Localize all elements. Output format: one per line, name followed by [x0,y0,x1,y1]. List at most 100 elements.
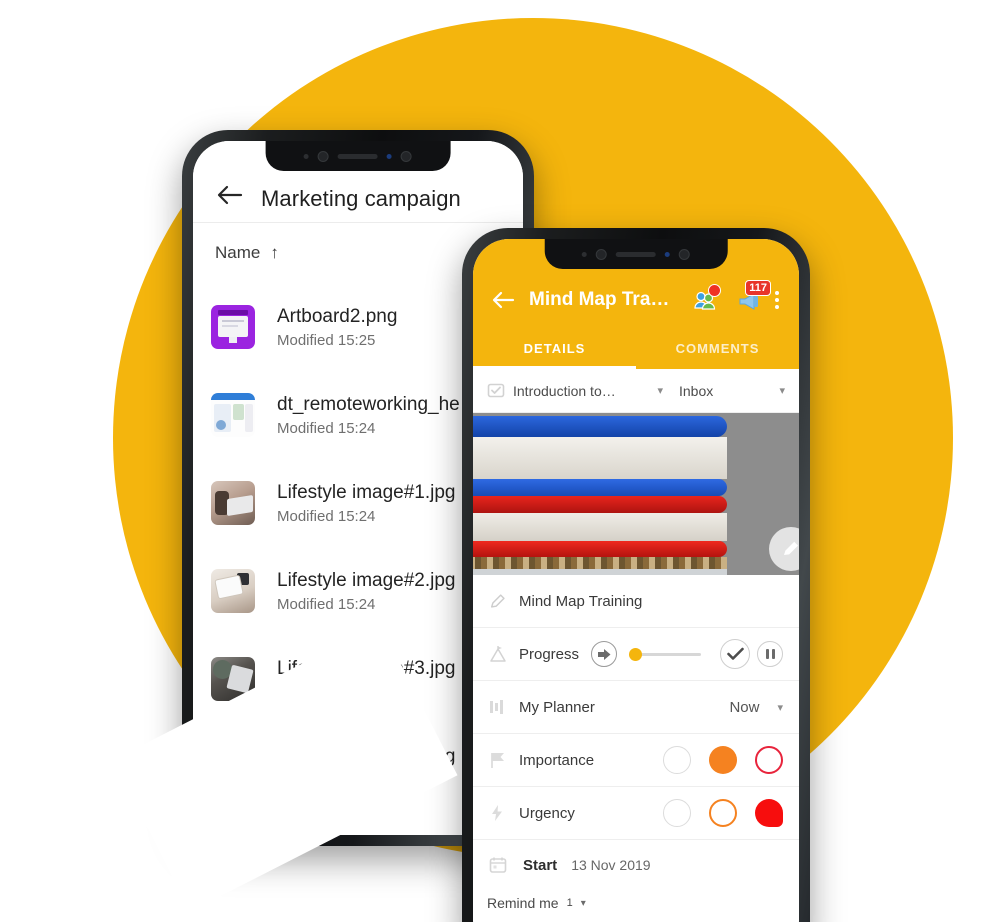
urgency-option-high[interactable] [755,799,783,827]
camera-lens-icon [400,150,412,162]
checklist-icon [487,382,513,400]
planner-label: My Planner [519,698,595,716]
file-meta: Lifestyle image#1.jpg Modified 15:24 [277,481,456,526]
proximity-sensor-icon [664,251,670,257]
task-name-row[interactable]: Mind Map Training [473,575,799,628]
chevron-down-icon[interactable]: ▾ [581,898,586,909]
task-name-value: Mind Map Training [519,592,643,610]
front-camera-icon [595,248,607,260]
start-value: 13 Nov 2019 [571,857,651,873]
more-vertical-icon [775,291,779,295]
file-name: Artboard2.png [277,305,398,327]
phone-screen-task: Mind Map Tra… 117 DETAILS COMMENTS Intro… [473,239,799,922]
arrow-left-icon [492,291,515,309]
task-app-bar-row: Mind Map Tra… 117 [473,273,799,327]
folder-label: Inbox [679,382,714,399]
importance-option-none[interactable] [663,746,691,774]
start-label: Start [523,856,558,874]
slider-handle[interactable] [629,647,643,661]
phone-device-task: Mind Map Tra… 117 DETAILS COMMENTS Intro… [462,228,810,922]
urgency-option-medium[interactable] [709,799,737,827]
chevron-down-icon: ▾ [779,385,785,397]
file-modified: Modified 15:24 [277,508,376,526]
importance-label: Importance [519,751,595,769]
task-cover-photo[interactable] [473,413,799,575]
urgency-option-none[interactable] [663,799,691,827]
page-title: Marketing campaign [261,186,461,211]
project-label: Introduction to… [513,382,616,399]
file-thumbnail [211,569,255,613]
bolt-icon [489,804,519,822]
tab-details[interactable]: DETAILS [473,327,636,369]
project-selector[interactable]: Introduction to… ▾ [513,383,663,399]
folder-selector[interactable]: Inbox ▾ [679,383,785,399]
flag-hill-icon [489,645,519,663]
importance-options [663,746,783,774]
importance-option-medium[interactable] [709,746,737,774]
mark-complete-button[interactable] [720,639,750,669]
back-button[interactable] [489,291,519,309]
breadcrumb: Introduction to… ▾ Inbox ▾ [473,369,799,413]
progress-step-button[interactable] [591,641,618,667]
phone-notch [265,141,451,171]
progress-slider[interactable] [629,644,701,664]
pencil-icon [784,541,798,555]
back-button[interactable] [213,178,247,212]
earpiece-speaker-icon [337,153,378,159]
file-name: dt_remoteworking_he [277,393,460,415]
status-badge [708,284,721,297]
file-modified: Modified 15:24 [277,596,376,614]
stack-of-books-photo [473,413,728,575]
file-thumbnail [211,393,255,437]
file-thumbnail [211,305,255,349]
chevron-down-icon: ▾ [657,385,663,397]
edit-photo-button[interactable] [769,527,799,571]
planner-value: Now [729,698,760,716]
pencil-icon [489,592,519,610]
chevron-down-icon[interactable]: ▾ [777,701,783,714]
file-meta: Lifestyle image#2.jpg Modified 15:24 [277,569,456,614]
sort-label: Name [215,243,261,262]
arrow-right-icon [597,648,611,660]
file-modified: Modified 15:25 [277,332,376,350]
proximity-sensor-icon [386,153,392,159]
sensor-dot-icon [303,153,309,159]
tab-comments[interactable]: COMMENTS [636,327,799,369]
importance-row[interactable]: Importance [473,734,799,787]
assignees-button[interactable] [689,284,723,316]
announcements-button[interactable]: 117 [733,280,771,316]
progress-label: Progress [519,645,580,663]
file-meta: dt_remoteworking_he Modified 15:24 [277,393,460,438]
pause-icon [765,649,775,659]
notification-count-badge: 117 [745,280,771,296]
camera-lens-icon [678,248,690,260]
file-modified: Modified 15:24 [277,420,376,438]
planner-row[interactable]: My Planner Now ▾ [473,681,799,734]
arrow-up-icon: ↑ [270,243,279,262]
more-vertical-icon [775,298,779,302]
more-vertical-icon [775,305,779,309]
file-meta: Artboard2.png Modified 15:25 [277,305,397,350]
phone-notch [544,239,728,269]
file-thumbnail [211,481,255,525]
sensor-dot-icon [581,251,587,257]
file-name: Lifestyle image#2.jpg [277,569,456,591]
file-name: Lifestyle image#1.jpg [277,481,456,503]
progress-row[interactable]: Progress [473,628,799,681]
urgency-label: Urgency [519,804,575,822]
slider-track [639,652,701,656]
reminder-row[interactable]: Remind me 1 ▾ [473,890,799,916]
tab-bar: DETAILS COMMENTS [473,327,799,369]
task-title: Mind Map Tra… [529,289,670,310]
planner-icon [489,699,519,715]
urgency-options [663,799,783,827]
reminder-count: 1 [566,897,573,909]
reminder-label: Remind me [487,895,559,911]
start-date-row[interactable]: Start 13 Nov 2019 [473,840,799,890]
check-icon [726,647,744,660]
flag-icon [489,751,519,769]
calendar-icon [489,856,519,874]
urgency-row[interactable]: Urgency [473,787,799,840]
pause-task-button[interactable] [757,641,783,667]
importance-option-high[interactable] [755,746,783,774]
